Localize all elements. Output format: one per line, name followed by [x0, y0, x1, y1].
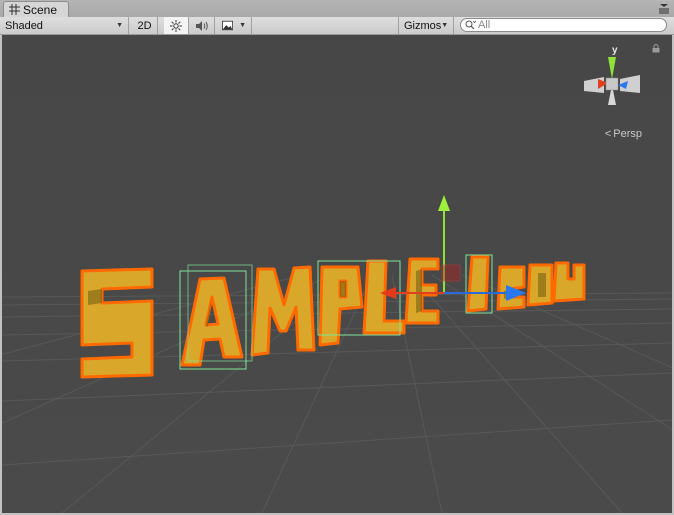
tab-scene[interactable]: Scene [3, 1, 69, 17]
lock-icon[interactable] [652, 44, 660, 53]
speaker-icon [195, 20, 208, 31]
tab-bar: Scene [0, 0, 674, 18]
lighting-toggle[interactable] [164, 17, 189, 34]
projection-toggle[interactable]: < Persp [605, 128, 642, 140]
gizmos-label: Gizmos [404, 19, 442, 32]
persp-chevron-icon: < [604, 128, 612, 140]
projection-label: Persp [613, 128, 642, 140]
toggle-2d-label: 2D [137, 19, 152, 32]
chevron-down-icon: ▼ [441, 22, 449, 29]
audio-toggle[interactable] [189, 17, 215, 34]
draw-mode-label: Shaded [5, 19, 43, 32]
search-icon [465, 20, 476, 30]
chevron-down-icon: ▼ [116, 22, 123, 29]
tab-label: Scene [23, 2, 58, 17]
scene-window: Scene Shaded ▼ 2D ▼ Gizmos ▼ All y < Per… [0, 0, 674, 515]
gizmos-dropdown[interactable]: Gizmos ▼ [398, 17, 454, 34]
gizmo-y-label: y [612, 45, 618, 56]
scene-viewport[interactable]: y < Persp [2, 35, 672, 513]
effects-dropdown[interactable]: ▼ [218, 17, 252, 34]
panel-menu-icon[interactable] [658, 2, 670, 14]
grid-icon [9, 4, 20, 15]
draw-mode-dropdown[interactable]: Shaded ▼ [0, 17, 129, 34]
toggle-2d-button[interactable]: 2D [132, 17, 158, 34]
search-placeholder: All [478, 19, 491, 31]
image-icon [222, 20, 234, 31]
search-field[interactable]: All [460, 18, 667, 32]
chevron-down-icon: ▼ [239, 22, 246, 29]
scene-render [2, 35, 672, 513]
sun-icon [170, 19, 182, 32]
scene-toolbar: Shaded ▼ 2D ▼ Gizmos ▼ All [0, 17, 674, 35]
